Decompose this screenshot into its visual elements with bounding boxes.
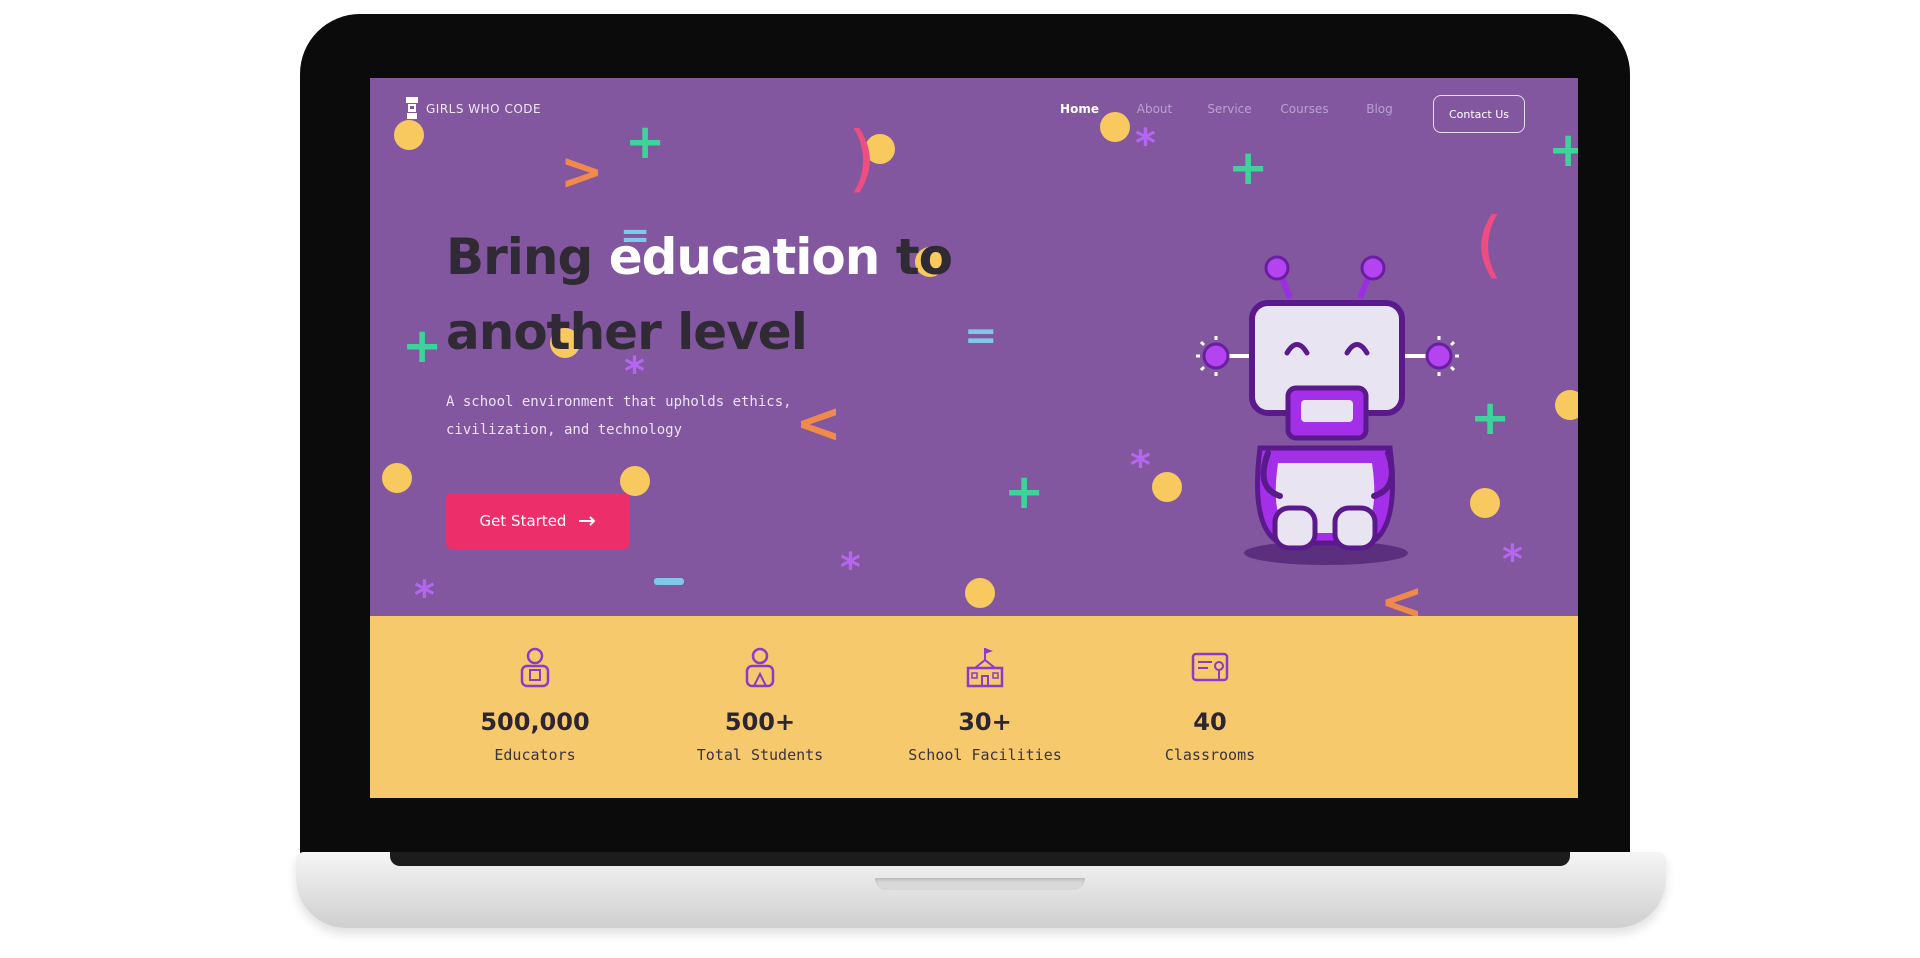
stat-value: 500+ — [724, 708, 796, 736]
robot-mascot-illustration — [1196, 255, 1459, 565]
decor-asterisk: * — [1135, 121, 1156, 167]
main-nav: Home About Service Courses Blog — [1042, 102, 1417, 116]
nav-link-blog[interactable]: Blog — [1342, 102, 1417, 116]
school-building-icon — [966, 648, 1004, 688]
stat-label: Classrooms — [1164, 746, 1256, 764]
headline-highlight: education — [608, 228, 881, 286]
decor-dot — [620, 466, 650, 496]
decor-dot — [394, 120, 424, 150]
nav-link-service[interactable]: Service — [1192, 102, 1267, 116]
website-screen: + + + + + + > < < ) ( * * * * * * = = GI… — [370, 78, 1578, 798]
get-started-button[interactable]: Get Started — [446, 493, 630, 549]
decor-minus — [654, 578, 684, 585]
decor-dot — [1100, 112, 1130, 142]
decor-plus: + — [1228, 140, 1269, 196]
hero-section: + + + + + + > < < ) ( * * * * * * = = GI… — [370, 78, 1578, 616]
stat-label: Total Students — [696, 746, 824, 764]
laptop-hinge — [390, 852, 1570, 866]
laptop-notch — [875, 878, 1085, 890]
brand-name: GIRLS WHO CODE — [426, 102, 542, 116]
logo-icon — [406, 97, 418, 119]
stat-classrooms: 40 Classrooms — [1100, 646, 1320, 764]
decor-plus: + — [402, 318, 443, 374]
decor-greater-than: > — [560, 142, 604, 202]
decor-asterisk: * — [414, 573, 435, 616]
get-started-label: Get Started — [479, 512, 567, 530]
nav-link-home[interactable]: Home — [1042, 102, 1117, 116]
stat-students: 500+ Total Students — [650, 646, 870, 764]
arrow-right-icon — [579, 516, 596, 526]
classroom-board-icon — [1191, 652, 1229, 682]
decor-plus: + — [1004, 464, 1045, 520]
stat-label: Educators — [494, 746, 576, 764]
decor-dot — [1555, 390, 1578, 420]
decor-dot — [382, 463, 412, 493]
hero-subtitle: A school environment that upholds ethics… — [446, 394, 792, 438]
stat-value: 30+ — [958, 708, 1012, 736]
stat-facilities: 30+ School Facilities — [875, 646, 1095, 764]
stat-value: 40 — [1193, 708, 1227, 736]
educator-icon — [520, 647, 550, 688]
decor-asterisk: * — [1502, 537, 1523, 583]
decor-plus: + — [1548, 122, 1578, 178]
decor-asterisk: * — [1130, 443, 1151, 489]
brand-logo[interactable]: GIRLS WHO CODE — [404, 96, 541, 122]
nav-link-courses[interactable]: Courses — [1267, 102, 1342, 116]
contact-us-button[interactable]: Contact Us — [1433, 95, 1525, 133]
decor-asterisk: * — [840, 545, 861, 591]
stat-label: School Facilities — [908, 746, 1062, 764]
decor-paren-right: ) — [848, 116, 877, 200]
headline-text-start: Bring — [446, 228, 609, 286]
student-icon — [745, 647, 775, 688]
decor-dot — [965, 578, 995, 608]
hero-headline: Bring education to another level — [446, 220, 1006, 370]
decor-plus: + — [625, 114, 666, 170]
nav-link-about[interactable]: About — [1117, 102, 1192, 116]
stat-value: 500,000 — [480, 708, 590, 736]
stat-educators: 500,000 Educators — [425, 646, 645, 764]
stats-section: 500,000 Educators 500+ Total Students 30… — [370, 616, 1578, 798]
